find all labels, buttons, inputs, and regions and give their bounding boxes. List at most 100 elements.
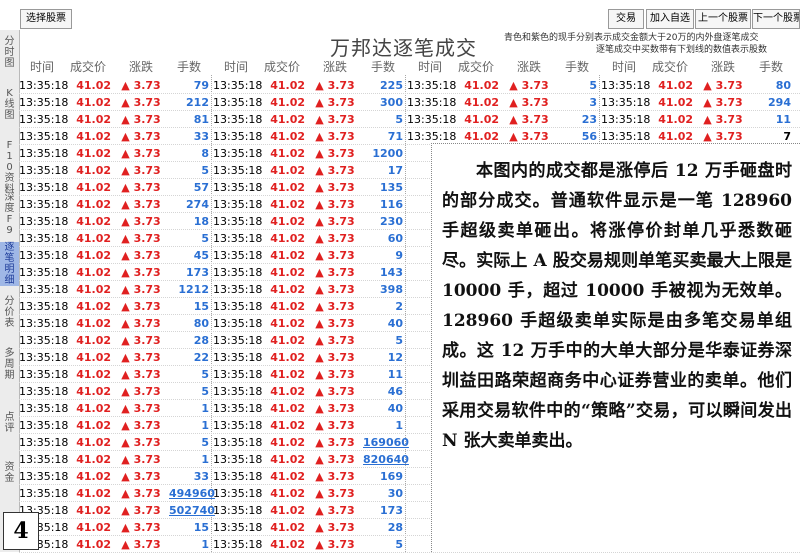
trade-volume: 5 xyxy=(395,334,403,347)
column-header[interactable]: 涨跌 xyxy=(503,59,555,75)
sidebar-item-7[interactable]: 点评 xyxy=(0,412,19,448)
trade-price: 41.02 xyxy=(76,215,111,228)
trade-time: 13:35:18 xyxy=(19,470,69,483)
prev-stock-button[interactable]: 上一个股票 xyxy=(695,9,751,29)
column-header[interactable]: 时间 xyxy=(407,59,453,75)
trade-change: ▲ 3.73 xyxy=(121,283,161,296)
trade-change: ▲ 3.73 xyxy=(315,453,355,466)
column-header[interactable]: 涨跌 xyxy=(697,59,749,75)
trade-change: ▲ 3.73 xyxy=(315,113,355,126)
trade-change: ▲ 3.73 xyxy=(315,487,355,500)
sidebar-item-4[interactable]: 逐笔明细 xyxy=(0,242,19,286)
column-header[interactable]: 成交价 xyxy=(453,59,499,75)
trade-change: ▲ 3.73 xyxy=(121,521,161,534)
column-header[interactable]: 时间 xyxy=(213,59,259,75)
trade-volume: 8 xyxy=(201,147,209,160)
trade-volume: 294 xyxy=(768,96,791,109)
sidebar-item-1[interactable]: K线图 xyxy=(0,88,19,132)
column-header[interactable]: 手数 xyxy=(169,59,209,75)
trade-time: 13:35:18 xyxy=(213,249,263,262)
column-header[interactable]: 涨跌 xyxy=(115,59,167,75)
trade-price: 41.02 xyxy=(76,113,111,126)
trade-price: 41.02 xyxy=(270,215,305,228)
trade-volume: 9 xyxy=(395,249,403,262)
legend-line-2: 逐笔成交中买数带有下划线的数值表示股数 xyxy=(596,45,768,55)
trade-price: 41.02 xyxy=(76,300,111,313)
trade-volume: 80 xyxy=(193,317,209,330)
column-header[interactable]: 涨跌 xyxy=(309,59,361,75)
trade-time: 13:35:18 xyxy=(213,504,263,517)
trade-price: 41.02 xyxy=(270,504,305,517)
column-header[interactable]: 成交价 xyxy=(65,59,111,75)
trade-price: 41.02 xyxy=(270,147,305,160)
trade-change: ▲ 3.73 xyxy=(315,130,355,143)
trade-time: 13:35:18 xyxy=(19,317,69,330)
trade-time: 13:35:18 xyxy=(213,436,263,449)
sidebar-item-0[interactable]: 分时图 xyxy=(0,36,19,69)
column-header[interactable]: 手数 xyxy=(363,59,403,75)
trade-volume: 1212 xyxy=(178,283,209,296)
trade-time: 13:35:18 xyxy=(19,402,69,415)
table-row[interactable]: 13:35:18 41.02 ▲ 3.73 79 13:35:18 41.02 ▲ 3.73… xyxy=(19,77,800,94)
trade-change: ▲ 3.73 xyxy=(315,470,355,483)
trade-volume: 274 xyxy=(186,198,209,211)
trade-change: ▲ 3.73 xyxy=(315,436,355,449)
trade-button[interactable]: 交易 xyxy=(608,9,644,29)
trade-volume: 5 xyxy=(201,385,209,398)
trade-change: ▲ 3.73 xyxy=(315,317,355,330)
trade-price: 41.02 xyxy=(76,436,111,449)
trade-change: ▲ 3.73 xyxy=(315,232,355,245)
column-header[interactable]: 手数 xyxy=(751,59,791,75)
trade-price: 41.02 xyxy=(76,266,111,279)
trade-time: 13:35:18 xyxy=(213,283,263,296)
trade-volume: 173 xyxy=(380,504,403,517)
legend-line-1: 青色和紫色的现手分别表示成交金额大于20万的内外盘逐笔成交 xyxy=(504,33,759,43)
trade-time: 13:35:18 xyxy=(213,470,263,483)
trade-price: 41.02 xyxy=(270,232,305,245)
trade-volume: 28 xyxy=(193,334,209,347)
trade-change: ▲ 3.73 xyxy=(509,79,549,92)
sidebar-item-5[interactable]: 分价表 xyxy=(0,296,19,330)
table-row[interactable]: 13:35:18 41.02 ▲ 3.73 81 13:35:18 41.02 ▲ 3.73… xyxy=(19,111,800,128)
trade-time: 13:35:18 xyxy=(213,487,263,500)
column-header[interactable]: 时间 xyxy=(601,59,647,75)
select-stock-button[interactable]: 选择股票 xyxy=(20,9,72,29)
trade-change: ▲ 3.73 xyxy=(315,266,355,279)
trade-price: 41.02 xyxy=(76,368,111,381)
trade-time: 13:35:18 xyxy=(19,351,69,364)
trade-change: ▲ 3.73 xyxy=(703,79,743,92)
sidebar-item-8[interactable]: 资金 xyxy=(0,462,19,500)
table-row[interactable]: 13:35:18 41.02 ▲ 3.73 212 13:35:18 41.02 ▲ 3.7… xyxy=(19,94,800,111)
trade-change: ▲ 3.73 xyxy=(121,96,161,109)
trade-price: 41.02 xyxy=(76,351,111,364)
table-header: 时间 成交价 涨跌 手数 时间 成交价 涨跌 手数 时间 成交价 涨跌 手数 时间 成交价 涨跌 手数 xyxy=(19,59,800,75)
trade-detail-window: 选择股票 交易 加入自选 上一个股票 下一个股票 万邦达逐笔成交 青色和紫色的现… xyxy=(0,0,800,553)
sidebar-item-2[interactable]: F10资料 xyxy=(0,140,19,195)
column-header[interactable]: 成交价 xyxy=(259,59,305,75)
trade-volume: 80 xyxy=(775,79,791,92)
column-header[interactable]: 手数 xyxy=(557,59,597,75)
sidebar-item-3[interactable]: 深度F9 xyxy=(0,192,19,236)
trade-change: ▲ 3.73 xyxy=(315,79,355,92)
trade-volume: 28 xyxy=(387,521,403,534)
trade-time: 13:35:18 xyxy=(19,300,69,313)
trade-change: ▲ 3.73 xyxy=(315,147,355,160)
add-watchlist-button[interactable]: 加入自选 xyxy=(646,9,694,29)
next-stock-button[interactable]: 下一个股票 xyxy=(752,9,800,29)
trade-time: 13:35:18 xyxy=(213,402,263,415)
annotation-box: 本图内的成交都是涨停后 12 万手砸盘时的部分成交。普通软件显示是一笔 1289… xyxy=(431,143,800,552)
column-header[interactable]: 时间 xyxy=(19,59,65,75)
trade-time: 13:35:18 xyxy=(19,198,69,211)
trade-price: 41.02 xyxy=(270,249,305,262)
trade-price: 41.02 xyxy=(464,96,499,109)
sidebar: 分时图 K线图 F10资料深度F9 逐笔明细分价表多周期点评资金 xyxy=(0,30,20,552)
trade-price: 41.02 xyxy=(464,79,499,92)
trade-volume: 135 xyxy=(380,181,403,194)
trade-volume: 46 xyxy=(387,385,403,398)
sidebar-item-6[interactable]: 多周期 xyxy=(0,348,19,392)
trade-change: ▲ 3.73 xyxy=(315,419,355,432)
trade-volume: 33 xyxy=(193,470,209,483)
trade-change: ▲ 3.73 xyxy=(315,96,355,109)
trade-price: 41.02 xyxy=(464,113,499,126)
column-header[interactable]: 成交价 xyxy=(647,59,693,75)
